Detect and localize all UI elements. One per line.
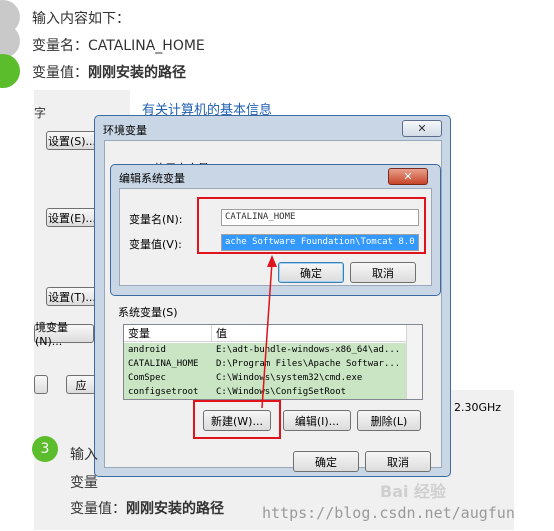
bottom-variable-value-line: 变量值：刚刚安装的路径 <box>70 498 224 518</box>
variable-value-line: 变量值：刚刚安装的路径 <box>32 62 186 82</box>
var-value: C:\Windows\ConfigSetRoot <box>216 387 347 397</box>
var-name: CATALINA_HOME <box>128 359 199 369</box>
env-vars-button[interactable]: 境变量(N)... <box>34 321 94 348</box>
left-fragment-text: 字 <box>34 106 47 120</box>
list-item[interactable]: ComSpec C:\Windows\system32\cmd.exe <box>124 371 408 385</box>
highlight-edit-fields <box>197 197 426 254</box>
system-vars-label: 系统变量(S) <box>118 306 178 319</box>
edit-cancel-button[interactable]: 取消 <box>350 262 416 283</box>
variable-name-field-label: 变量名(N): <box>129 213 183 226</box>
edit-dialog-title: 编辑系统变量 <box>119 172 185 185</box>
var-value: E:\adt-bundle-windows-x86_64\ad... <box>216 345 401 355</box>
var-name: configsetroot <box>128 387 199 397</box>
delete-variable-button[interactable]: 删除(L) <box>357 410 421 431</box>
list-scrollbar[interactable] <box>406 325 422 399</box>
var-value: D:\Program Files\Apache Softwar... <box>216 359 401 369</box>
var-value: C:\Windows\system32\cmd.exe <box>216 373 363 383</box>
step-3-circle <box>0 54 20 88</box>
variable-value-label: 变量值： <box>32 65 88 81</box>
var-name: ComSpec <box>128 373 166 383</box>
bottom-step-circle: 3 <box>32 436 58 462</box>
cpu-speed-text: 2.30GHz <box>454 401 502 414</box>
partial-button[interactable] <box>34 375 48 394</box>
variable-value-field-label: 变量值(V): <box>129 238 182 251</box>
env-window-title: 环境变量 <box>103 124 147 137</box>
list-item[interactable]: configsetroot C:\Windows\ConfigSetRoot <box>124 385 408 399</box>
column-variable[interactable]: 变量 <box>124 325 212 342</box>
baidu-logo: Bai 经验 <box>380 482 447 501</box>
blog-url-watermark: https://blog.csdn.net/augfun <box>262 504 515 522</box>
variable-name-line: 变量名：CATALINA_HOME <box>32 35 205 55</box>
edit-close-button[interactable]: ✕ <box>388 168 428 185</box>
env-cancel-button[interactable]: 取消 <box>365 451 431 472</box>
bottom-step-line2: 变量 <box>70 475 98 491</box>
edit-variable-button[interactable]: 编辑(I)... <box>283 410 351 431</box>
var-name: android <box>128 345 166 355</box>
env-close-button[interactable]: ✕ <box>402 120 442 137</box>
settings-e-button[interactable]: 设置(E)... <box>46 208 98 227</box>
variable-value-value: 刚刚安装的路径 <box>88 65 186 81</box>
variable-name-value: CATALINA_HOME <box>88 38 205 54</box>
bottom-variable-value-label: 变量值： <box>70 501 126 517</box>
list-item[interactable]: CATALINA_HOME D:\Program Files\Apache So… <box>124 357 408 371</box>
step-intro-text: 输入内容如下： <box>32 11 130 27</box>
apply-button[interactable]: 应 <box>66 375 96 394</box>
list-item[interactable]: android E:\adt-bundle-windows-x86_64\ad.… <box>124 343 408 357</box>
variable-name-label: 变量名： <box>32 38 88 54</box>
column-value[interactable]: 值 <box>212 325 408 342</box>
edit-ok-button[interactable]: 确定 <box>278 262 344 283</box>
close-icon: ✕ <box>403 170 413 183</box>
settings-s-button[interactable]: 设置(S)... <box>46 131 98 150</box>
bottom-variable-value-value: 刚刚安装的路径 <box>126 501 224 517</box>
settings-t-button[interactable]: 设置(T)... <box>46 287 98 306</box>
bottom-step-line1: 输入 <box>70 447 98 463</box>
highlight-new-button <box>193 400 281 439</box>
system-vars-list[interactable]: 变量 值 android E:\adt-bundle-windows-x86_6… <box>123 324 423 400</box>
env-ok-button[interactable]: 确定 <box>293 451 359 472</box>
close-icon: ✕ <box>417 122 427 135</box>
step-2-circle <box>0 24 20 58</box>
